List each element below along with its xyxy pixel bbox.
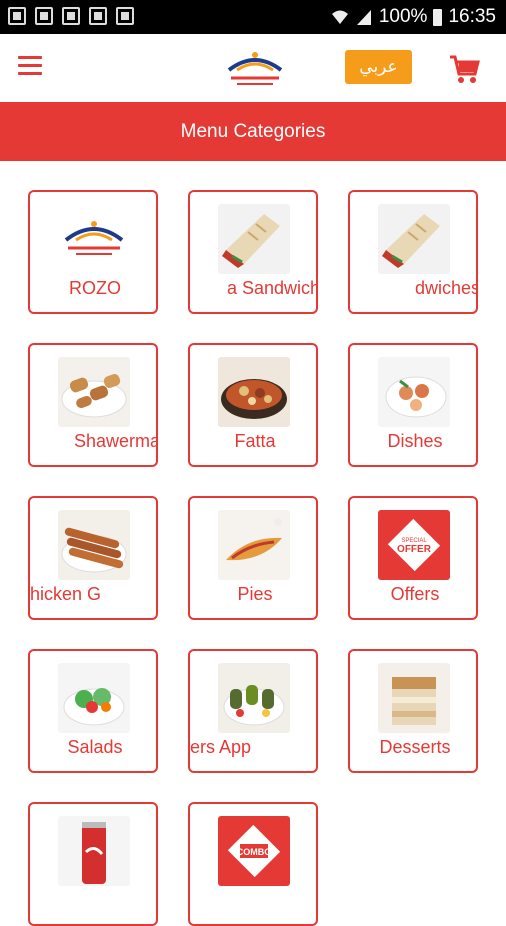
logo-icon: [58, 204, 130, 274]
category-card-offers[interactable]: SPECIAL OFFER Offers: [348, 496, 478, 620]
image-notification-icon: [62, 7, 80, 25]
category-label: Pies: [237, 584, 273, 604]
category-label: hicken G: [30, 584, 102, 604]
status-bar: 100% 16:35: [0, 0, 506, 34]
category-card-drinks[interactable]: [28, 802, 158, 926]
category-card-fatta[interactable]: Fatta: [188, 343, 318, 467]
shawerma-plate-icon: [58, 357, 130, 427]
brand-logo: [227, 52, 283, 85]
category-card-sandwich[interactable]: a Sandwich: [188, 190, 318, 314]
category-card-shawerma[interactable]: Shawerma: [28, 343, 158, 467]
notification-icons: [8, 7, 134, 25]
app-bar: عربي: [0, 34, 506, 102]
category-card-dishes[interactable]: Dishes: [348, 343, 478, 467]
battery-icon: [433, 8, 443, 26]
menu-categories-header: Menu Categories: [0, 102, 506, 161]
category-label: Desserts: [379, 737, 451, 757]
category-card-grill-chicken[interactable]: hicken G: [28, 496, 158, 620]
wifi-icon: [331, 10, 348, 24]
category-card-sandwiches[interactable]: dwiches: [348, 190, 478, 314]
dishes-icon: [378, 357, 450, 427]
mail-notification-icon: [89, 7, 107, 25]
category-label: Dishes: [387, 431, 443, 451]
language-toggle-button[interactable]: عربي: [345, 50, 412, 84]
category-card-pies[interactable]: Pies: [188, 496, 318, 620]
category-label: ers App: [190, 737, 252, 757]
category-card-salads[interactable]: Salads: [28, 649, 158, 773]
dessert-icon: [378, 663, 450, 733]
category-card-appetizers[interactable]: ers App: [188, 649, 318, 773]
message-notification-icon: [116, 7, 134, 25]
wrap-sandwich-icon: [218, 204, 290, 274]
appetizers-icon: [218, 663, 290, 733]
calendar-notification-icon: [35, 7, 53, 25]
cola-can-icon: [58, 816, 130, 886]
category-card-combo[interactable]: COMBO: [188, 802, 318, 926]
facebook-notification-icon: [8, 7, 26, 25]
category-label: ROZO: [69, 278, 121, 298]
category-card-rozo[interactable]: ROZO: [28, 190, 158, 314]
signal-icon: [356, 10, 371, 25]
salad-icon: [58, 663, 130, 733]
category-card-desserts[interactable]: Desserts: [348, 649, 478, 773]
clock: 16:35: [448, 6, 496, 27]
offer-badge-main: OFFER: [397, 544, 432, 555]
combo-badge: COMBO: [237, 847, 272, 857]
pie-icon: [218, 510, 290, 580]
wrap-sandwich-icon: [378, 204, 450, 274]
hamburger-menu-icon[interactable]: [18, 56, 42, 76]
fatta-dish-icon: [218, 357, 290, 427]
category-label: Shawerma: [73, 431, 158, 451]
cart-icon[interactable]: [448, 53, 480, 85]
category-label: dwiches: [414, 278, 478, 298]
combo-icon: COMBO: [218, 816, 290, 886]
offer-icon: SPECIAL OFFER: [378, 510, 450, 580]
grill-chicken-icon: [58, 510, 130, 580]
category-label: a Sandwich: [226, 278, 318, 298]
category-label: Offers: [390, 584, 440, 604]
category-label: Fatta: [234, 431, 276, 451]
battery-percent: 100%: [378, 6, 428, 27]
category-label: Salads: [67, 737, 123, 757]
